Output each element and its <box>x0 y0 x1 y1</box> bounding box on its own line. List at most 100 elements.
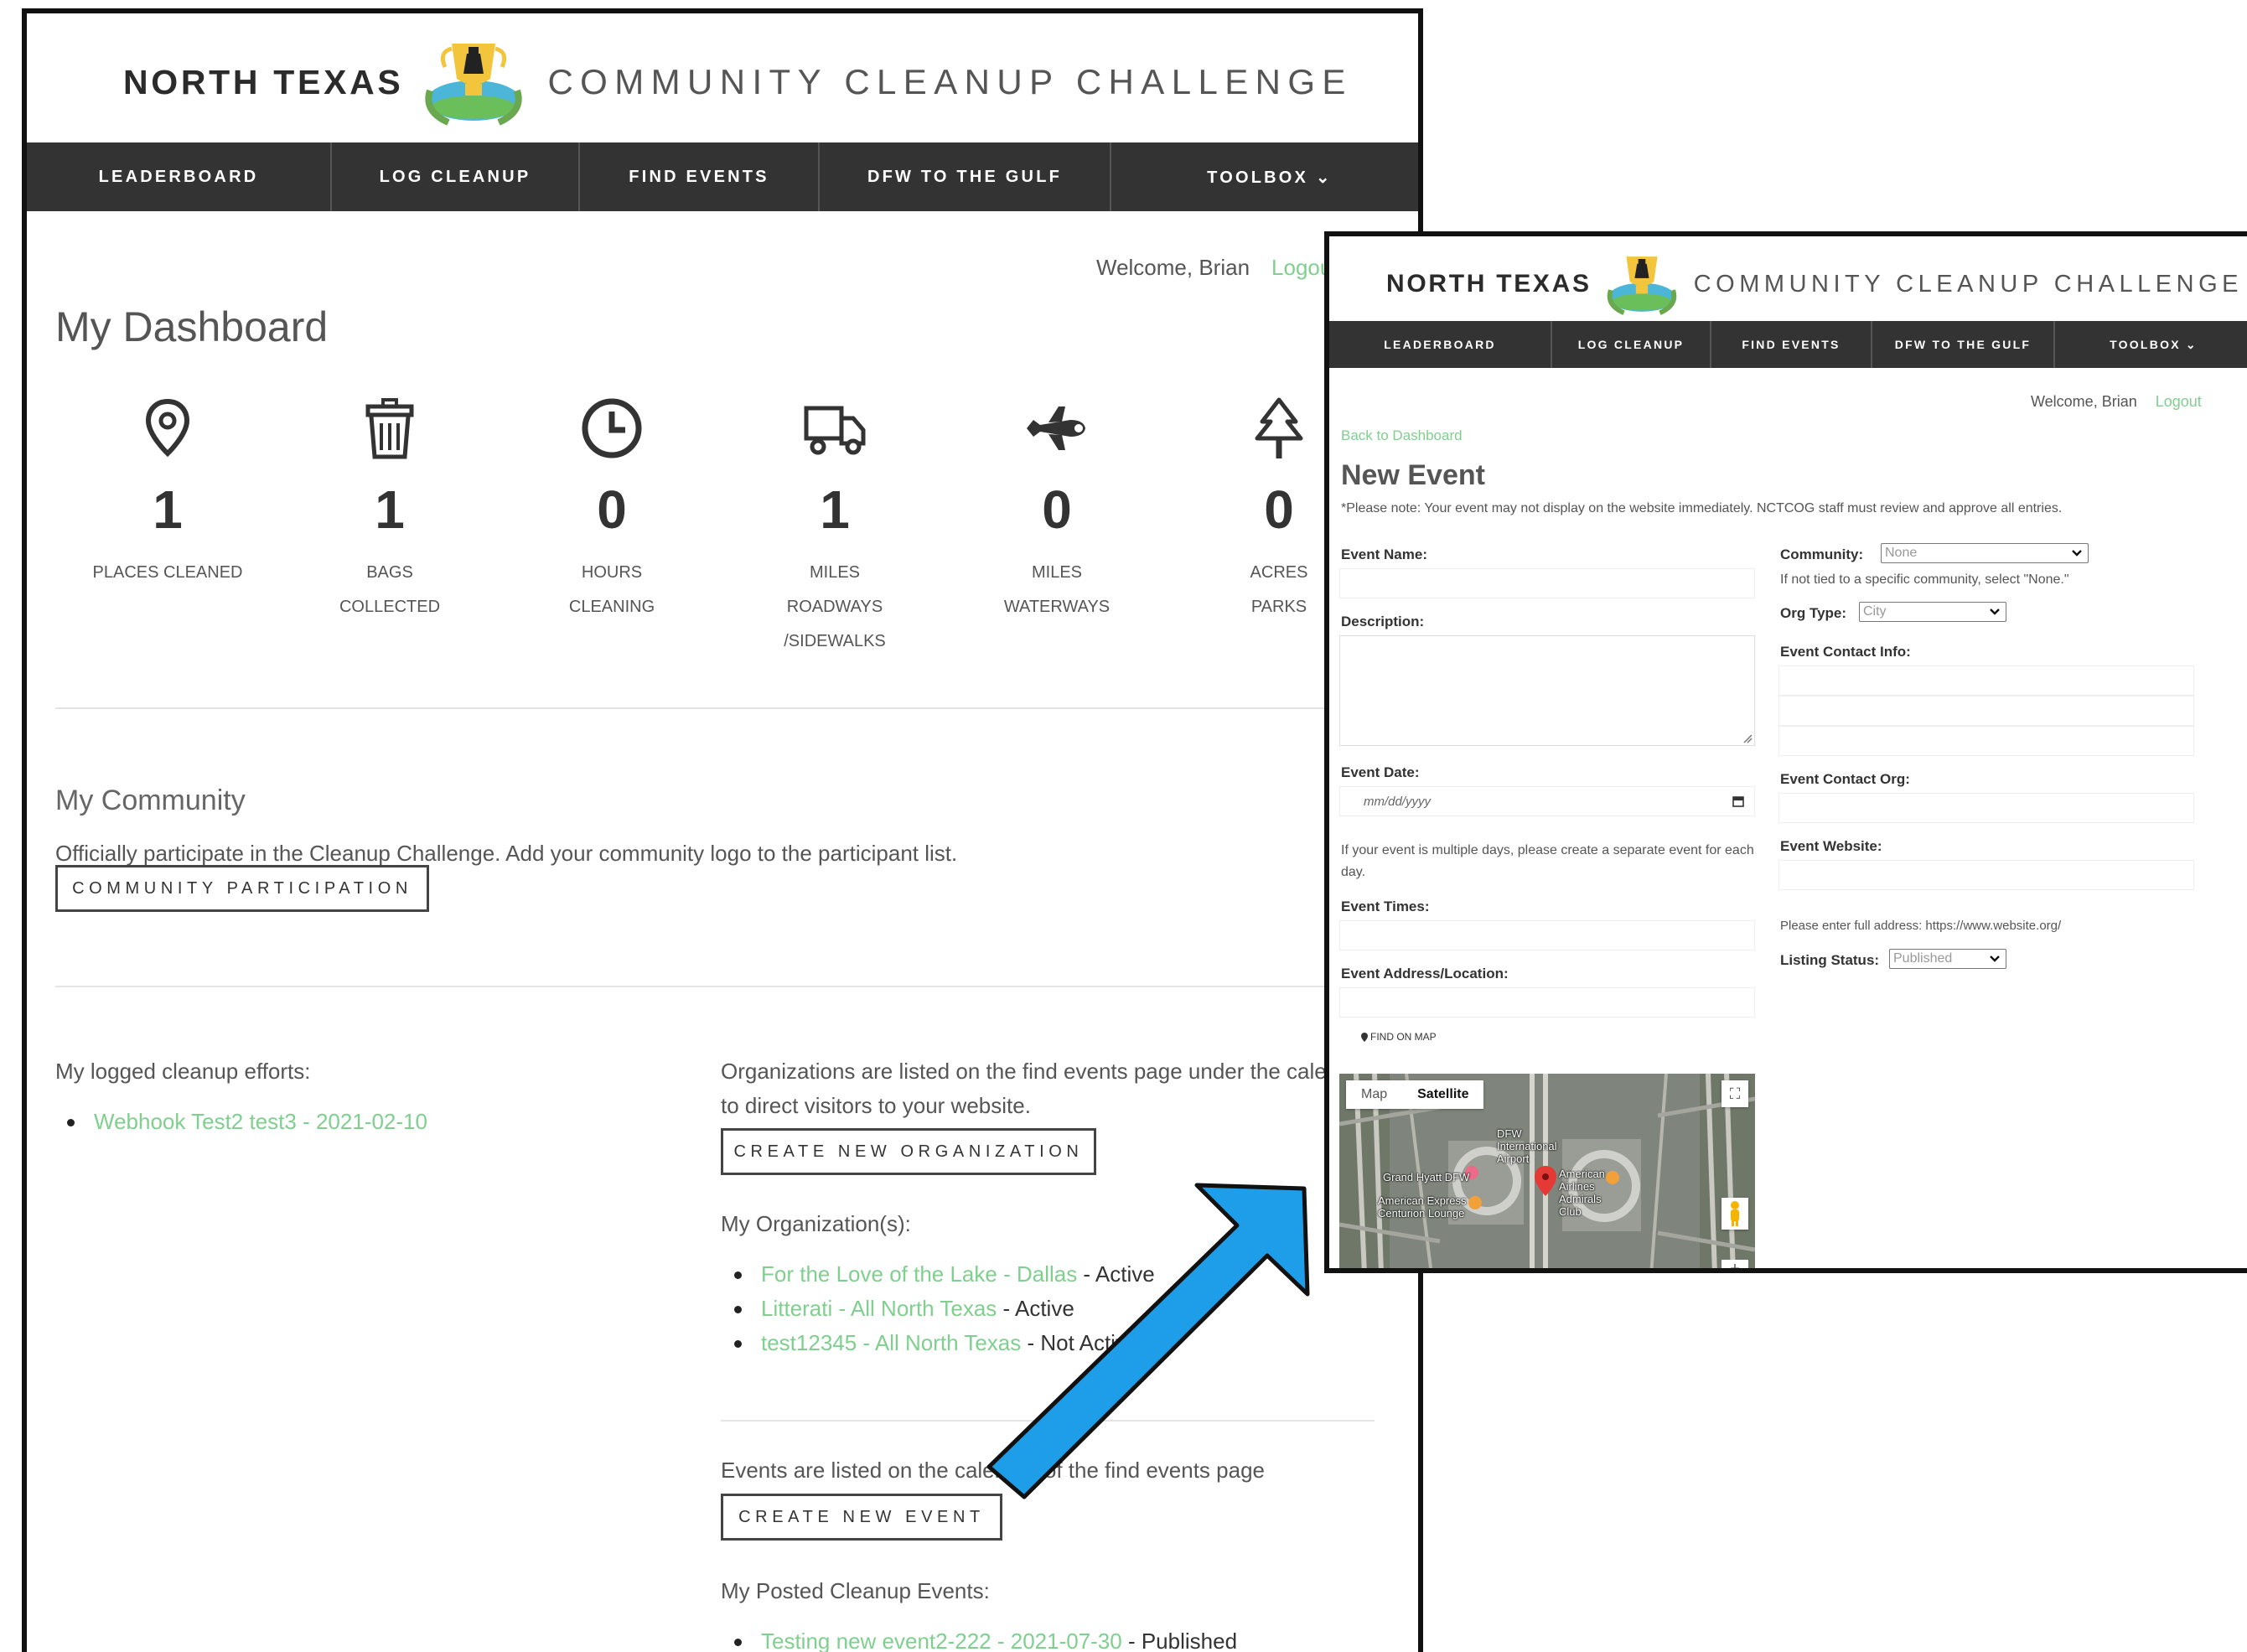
page-title: New Event <box>1341 459 1485 491</box>
organization-link[interactable]: Litterati - All North Texas <box>761 1296 997 1321</box>
posted-events-list: Testing new event2-222 - 2021-07-30 - Pu… <box>731 1624 1237 1652</box>
nav-leaderboard[interactable]: LEADERBOARD <box>1329 321 1552 368</box>
calendar-icon[interactable] <box>1732 795 1744 807</box>
pegman-icon[interactable] <box>1721 1198 1748 1230</box>
nav-toolbox[interactable]: TOOLBOX ⌄ <box>2055 321 2247 368</box>
org-type-select[interactable]: City <box>1859 602 2006 622</box>
event-date-input[interactable]: mm/dd/yyyy <box>1339 786 1755 816</box>
listing-status-label: Listing Status: <box>1780 952 1880 968</box>
organization-status: - Active <box>1077 1261 1155 1287</box>
logout-link[interactable]: Logout <box>2156 393 2202 410</box>
event-link[interactable]: Testing new event2-222 - 2021-07-30 <box>761 1629 1122 1652</box>
clock-icon <box>582 398 642 458</box>
stats-row: 1 PLACES CLEANED 1 BAGS COLLECTED 0 HOURS… <box>55 395 1396 671</box>
logged-efforts-heading: My logged cleanup efforts: <box>55 1059 311 1084</box>
contact-org-input[interactable] <box>1778 793 2194 823</box>
contact-info-label: Event Contact Info: <box>1780 644 1911 660</box>
organization-status: - Active <box>997 1296 1074 1321</box>
event-date-label: Event Date: <box>1341 764 1420 780</box>
website-label: Event Website: <box>1780 838 1882 854</box>
nav-log-cleanup[interactable]: LOG CLEANUP <box>1552 321 1711 368</box>
community-participation-button[interactable]: COMMUNITY PARTICIPATION <box>55 865 429 912</box>
organizations-text: Organizations are listed on the find eve… <box>721 1059 1370 1118</box>
list-item: Webhook Test2 test3 - 2021-02-10 <box>64 1105 427 1139</box>
event-name-input[interactable] <box>1339 568 1755 598</box>
main-nav: LEADERBOARD LOG CLEANUP FIND EVENTS DFW … <box>1329 321 2247 368</box>
stat-places-cleaned: 1 PLACES CLEANED <box>84 395 251 590</box>
event-times-input[interactable] <box>1339 920 1755 950</box>
nav-log-cleanup[interactable]: LOG CLEANUP <box>332 142 580 211</box>
nav-leaderboard[interactable]: LEADERBOARD <box>27 142 332 211</box>
organization-link[interactable]: For the Love of the Lake - Dallas <box>761 1261 1077 1287</box>
site-brand[interactable]: NORTH TEXAS COMMUNITY CLEANUP CHALLENGE <box>1386 246 2243 322</box>
address-input[interactable] <box>1339 987 1755 1018</box>
logged-efforts-list: Webhook Test2 test3 - 2021-02-10 <box>64 1105 427 1139</box>
map-label-dfw-airport: DFW International Airport <box>1497 1127 1557 1165</box>
events-text: Events are listed on the calendar of the… <box>721 1458 1265 1483</box>
chevron-down-icon <box>1990 608 2000 615</box>
zoom-in-icon[interactable]: + <box>1721 1260 1748 1268</box>
map-label-amex-lounge: American Express Centurion Lounge <box>1378 1194 1467 1220</box>
fullscreen-icon[interactable]: ⛶ <box>1721 1080 1748 1107</box>
contact-name-input[interactable] <box>1778 665 2194 696</box>
main-nav: LEADERBOARD LOG CLEANUP FIND EVENTS DFW … <box>27 142 1418 211</box>
org-type-select-value: City <box>1863 604 1887 619</box>
contact-phone-input[interactable] <box>1778 726 2194 756</box>
community-select-value: None <box>1885 546 1918 560</box>
address-label: Event Address/Location: <box>1341 966 1509 981</box>
divider <box>721 1420 1375 1422</box>
nav-dfw-to-the-gulf[interactable]: DFW TO THE GULF <box>820 142 1111 211</box>
organizations-list: For the Love of the Lake - Dallas - Acti… <box>731 1257 1155 1360</box>
description-textarea[interactable] <box>1339 635 1755 746</box>
event-status: - Published <box>1121 1629 1238 1652</box>
date-placeholder: mm/dd/yyyy <box>1364 795 1432 809</box>
create-new-organization-button[interactable]: CREATE NEW ORGANIZATION <box>721 1128 1096 1175</box>
event-times-label: Event Times: <box>1341 899 1430 914</box>
listing-status-select[interactable]: Published <box>1889 949 2006 969</box>
find-on-map-link[interactable]: FIND ON MAP <box>1361 1031 1437 1043</box>
brand-community-cleanup: COMMUNITY CLEANUP CHALLENGE <box>547 62 1353 101</box>
stat-label: PLACES CLEANED <box>92 563 243 582</box>
stat-label: HOURS CLEANING <box>568 563 655 616</box>
website-input[interactable] <box>1778 860 2194 890</box>
resize-handle-icon[interactable] <box>1742 733 1753 743</box>
list-item: Testing new event2-222 - 2021-07-30 - Pu… <box>731 1624 1237 1652</box>
review-note: *Please note: Your event may not display… <box>1341 501 2063 515</box>
stat-value: 1 <box>820 479 850 540</box>
welcome-text: Welcome, Brian <box>2031 393 2137 410</box>
brand-community-cleanup: COMMUNITY CLEANUP CHALLENGE <box>1693 270 2244 298</box>
pegman-figure <box>1731 1201 1739 1226</box>
community-select[interactable]: None <box>1881 543 2089 563</box>
location-map[interactable]: DFW International Airport Grand Hyatt DF… <box>1339 1074 1755 1268</box>
nav-find-events[interactable]: FIND EVENTS <box>580 142 820 211</box>
stat-value: 1 <box>375 479 405 540</box>
listing-status-select-value: Published <box>1893 951 1953 966</box>
trophy-logo-icon <box>425 44 523 126</box>
map-tab-map[interactable]: Map <box>1346 1080 1402 1109</box>
map-type-tabs: Map Satellite <box>1346 1080 1484 1109</box>
stat-miles-waterways: 0 MILES WATERWAYS <box>973 395 1141 624</box>
event-name-label: Event Name: <box>1341 546 1427 562</box>
organization-link[interactable]: test12345 - All North Texas <box>761 1330 1021 1355</box>
back-to-dashboard-link[interactable]: Back to Dashboard <box>1341 427 1463 444</box>
truck-icon <box>804 406 866 455</box>
stat-label: MILES WATERWAYS <box>1003 563 1111 616</box>
community-help: If not tied to a specific community, sel… <box>1780 572 2069 587</box>
nav-dfw-to-the-gulf[interactable]: DFW TO THE GULF <box>1872 321 2055 368</box>
cleanup-link[interactable]: Webhook Test2 test3 - 2021-02-10 <box>94 1109 427 1134</box>
list-item: For the Love of the Lake - Dallas - Acti… <box>731 1257 1155 1292</box>
find-on-map-label: FIND ON MAP <box>1370 1031 1437 1043</box>
site-brand[interactable]: NORTH TEXAS COMMUNITY CLEANUP CHALLENGE <box>123 32 1353 132</box>
create-new-event-button[interactable]: CREATE NEW EVENT <box>721 1494 1002 1541</box>
nav-toolbox[interactable]: TOOLBOX ⌄ <box>1111 142 1418 211</box>
map-tab-satellite[interactable]: Satellite <box>1402 1080 1483 1109</box>
contact-email-input[interactable] <box>1778 696 2194 726</box>
airplane-icon <box>1027 407 1085 450</box>
tree-icon <box>1255 397 1303 458</box>
organization-status: - Not Active <box>1021 1330 1139 1355</box>
nav-find-events[interactable]: FIND EVENTS <box>1711 321 1872 368</box>
brand-north-texas: NORTH TEXAS <box>123 62 404 101</box>
my-community-heading: My Community <box>55 785 246 816</box>
stat-hours-cleaning: 0 HOURS CLEANING <box>528 395 696 624</box>
chevron-down-icon <box>1990 955 2000 962</box>
